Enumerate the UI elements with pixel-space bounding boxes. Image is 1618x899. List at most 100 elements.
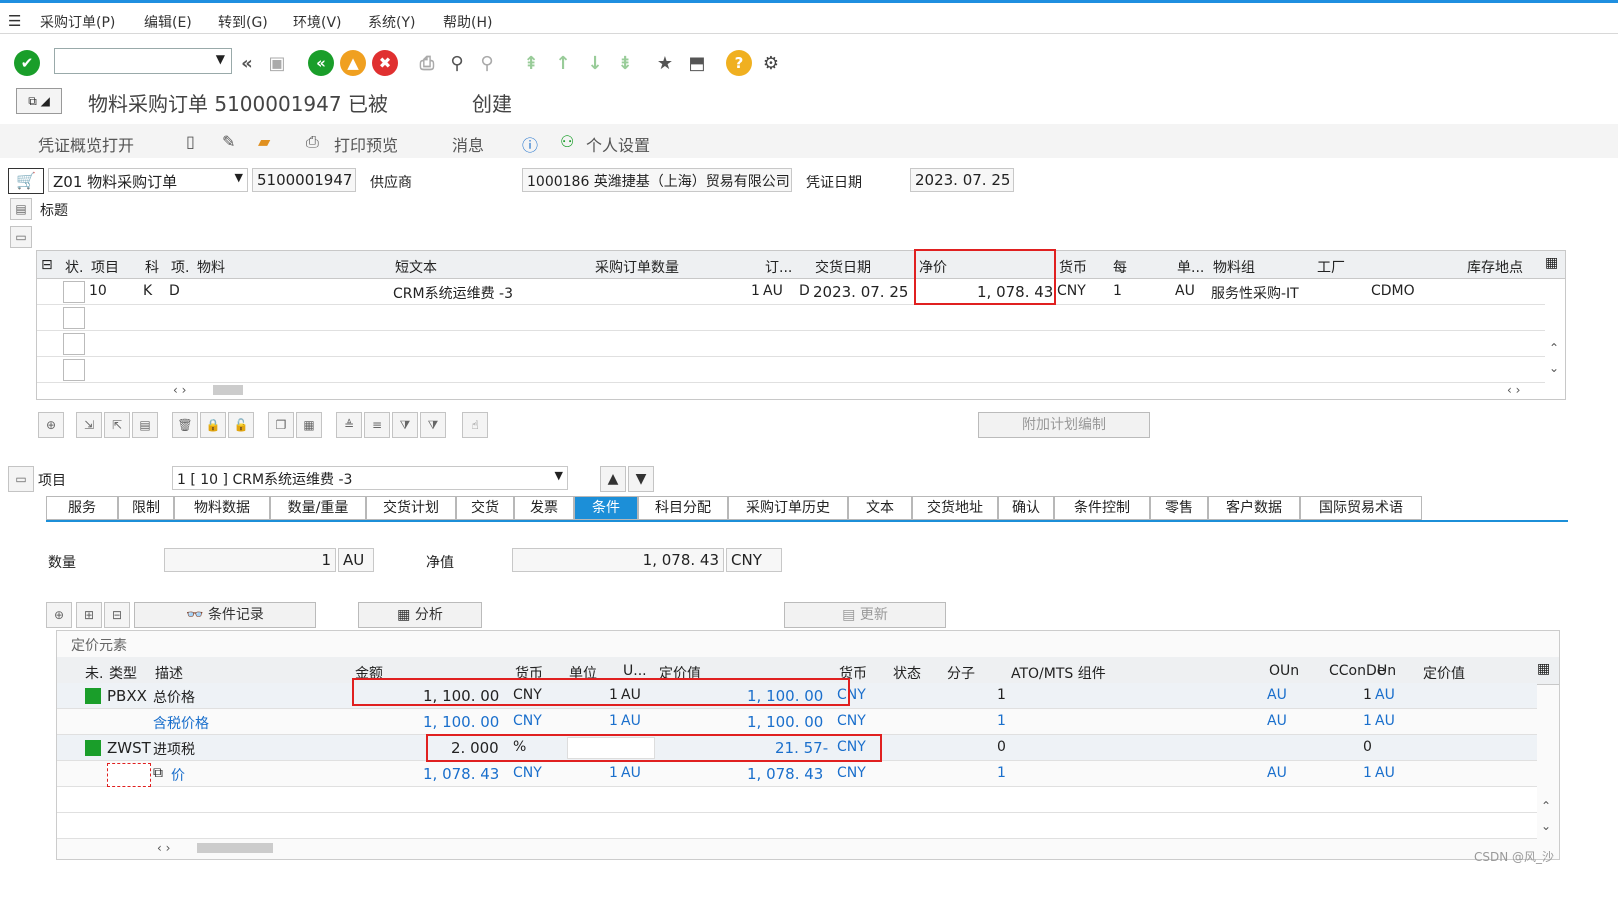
command-field[interactable]: ▼: [54, 48, 232, 74]
cart-icon[interactable]: 🛒: [8, 168, 44, 194]
cell-description[interactable]: 总价格: [153, 687, 195, 707]
import-icon[interactable]: ⇱: [104, 412, 130, 438]
cell-item[interactable]: 10: [89, 283, 107, 299]
insert-row-icon[interactable]: ⊞: [76, 602, 102, 628]
cell-uom[interactable]: AU: [1175, 283, 1195, 299]
cell-ccondes[interactable]: 1: [1363, 765, 1372, 781]
cell-qty[interactable]: 1: [751, 283, 760, 299]
table-row[interactable]: [37, 331, 1545, 357]
tab-confirmations[interactable]: 确认: [998, 496, 1054, 520]
po-number-field[interactable]: 5100001947: [252, 168, 356, 192]
delete-icon[interactable]: 🗑: [172, 412, 198, 438]
col-description[interactable]: 描述: [155, 663, 183, 683]
cell-type[interactable]: ZWST: [107, 739, 151, 757]
screen-menu-icon[interactable]: ⧉ ◢: [16, 88, 62, 114]
print-icon[interactable]: ⎙: [414, 50, 440, 76]
filter-icon[interactable]: ⧩: [392, 412, 418, 438]
table-row[interactable]: [37, 305, 1545, 331]
column-settings-icon[interactable]: ▦: [1537, 661, 1550, 677]
table-row[interactable]: [57, 787, 1537, 813]
info-icon[interactable]: ⓘ: [522, 132, 538, 156]
collapse-item-icon[interactable]: ▭: [8, 466, 34, 492]
cell-unit[interactable]: AU: [763, 283, 783, 299]
col-un[interactable]: Un: [1377, 663, 1396, 679]
cell-acct[interactable]: K: [143, 283, 152, 299]
cell-description[interactable]: 进项税: [153, 739, 195, 759]
cell-description[interactable]: 价: [171, 765, 185, 785]
print-preview-button[interactable]: 打印预览: [334, 132, 398, 156]
table-row[interactable]: [37, 357, 1545, 383]
update-button[interactable]: ▤ 更新: [784, 602, 946, 628]
cond-details-icon[interactable]: ⊕: [46, 602, 72, 628]
cell-per[interactable]: 1: [1113, 283, 1122, 299]
vendor-field[interactable]: 1000186 英潍捷基（上海）贸易有限公司: [522, 168, 792, 192]
table-row[interactable]: 含税价格 1, 100. 00 CNY 1 AU 1, 100. 00 CNY …: [57, 709, 1537, 735]
cell-amount[interactable]: 1, 100. 00: [423, 713, 499, 731]
shortcut-icon[interactable]: ⬒: [684, 50, 710, 76]
filter-clear-icon[interactable]: ⧩: [420, 412, 446, 438]
grid-config-icon[interactable]: ⊟: [41, 257, 53, 273]
col-type[interactable]: 类型: [109, 663, 137, 683]
horizontal-scrollbar[interactable]: [213, 385, 243, 395]
prev-page-icon[interactable]: ↑: [550, 50, 576, 76]
col-oun[interactable]: OUn: [1269, 663, 1299, 679]
cell-uom[interactable]: AU: [621, 765, 641, 781]
cell-value-currency[interactable]: CNY: [837, 765, 866, 781]
personal-settings-button[interactable]: 个人设置: [586, 132, 650, 156]
enter-check-icon[interactable]: ✔: [14, 50, 40, 76]
tab-invoice[interactable]: 发票: [514, 496, 574, 520]
cell-currency[interactable]: CNY: [513, 765, 542, 781]
col-material-group[interactable]: 物料组: [1213, 257, 1255, 277]
export-icon[interactable]: ⇲: [76, 412, 102, 438]
cell-uom[interactable]: AU: [621, 713, 641, 729]
table-row[interactable]: [57, 813, 1537, 839]
find-next-icon[interactable]: ⚲: [474, 50, 500, 76]
lock-icon[interactable]: 🔒: [200, 412, 226, 438]
cell-delivery-date[interactable]: 2023. 07. 25: [813, 283, 908, 301]
table-row[interactable]: ⧉ 价 1, 078. 43 CNY 1 AU 1, 078. 43 CNY 1…: [57, 761, 1537, 787]
scroll-left-icon[interactable]: ‹ ›: [157, 841, 170, 855]
cancel-icon[interactable]: ✖: [372, 50, 398, 76]
col-plant[interactable]: 工厂: [1317, 257, 1345, 277]
col-currency[interactable]: 货币: [1059, 257, 1087, 277]
tab-account-assignment[interactable]: 科目分配: [638, 496, 728, 520]
tab-delivery[interactable]: 交货: [456, 496, 514, 520]
col-acct[interactable]: 科: [145, 257, 159, 277]
col-po-qty[interactable]: 采购订单数量: [595, 257, 679, 277]
additional-schedule-button[interactable]: 附加计划编制: [978, 412, 1150, 438]
scroll-down-icon[interactable]: ⌄: [1541, 819, 1551, 833]
new-session-icon[interactable]: ★: [652, 50, 678, 76]
doc-date-field[interactable]: 2023. 07. 25: [910, 168, 1014, 192]
copy-icon[interactable]: ▤: [132, 412, 158, 438]
messages-button[interactable]: 消息: [452, 132, 484, 156]
scroll-up-icon[interactable]: ⌃: [1549, 341, 1559, 355]
cell-numerator[interactable]: 0: [997, 739, 1006, 755]
doc-overview-button[interactable]: 凭证概览打开: [38, 132, 134, 156]
save-icon[interactable]: ▣: [264, 50, 290, 76]
col-cond-value-2[interactable]: 定价值: [1423, 663, 1465, 683]
col-delivery-date[interactable]: 交货日期: [815, 257, 871, 277]
cell-ccondes[interactable]: 0: [1363, 739, 1372, 755]
tab-condition-control[interactable]: 条件控制: [1054, 496, 1150, 520]
cell-currency[interactable]: CNY: [1057, 283, 1086, 299]
cell-description[interactable]: 含税价格: [153, 713, 209, 733]
tab-texts[interactable]: 文本: [848, 496, 912, 520]
display-change-icon[interactable]: ✎: [222, 132, 235, 151]
cell-condition-value[interactable]: 1, 100. 00: [747, 713, 823, 731]
popup-icon[interactable]: ⧉: [153, 765, 163, 781]
col-uom[interactable]: 单...: [1177, 257, 1204, 277]
horizontal-scrollbar[interactable]: [197, 843, 273, 853]
tab-incoterms[interactable]: 国际贸易术语: [1300, 496, 1422, 520]
cell-unit[interactable]: 1: [609, 713, 618, 729]
other-po-icon[interactable]: ▰: [258, 132, 270, 151]
col-cat[interactable]: 项.: [171, 257, 189, 277]
delete-row-icon[interactable]: ⊟: [104, 602, 130, 628]
row-select-box[interactable]: [63, 307, 85, 329]
cell-type[interactable]: PBXX: [107, 687, 147, 705]
tab-po-history[interactable]: 采购订单历史: [728, 496, 848, 520]
condition-record-button[interactable]: 👓 条件记录: [134, 602, 316, 628]
tab-qty-weight[interactable]: 数量/重量: [270, 496, 366, 520]
expand-overview-icon[interactable]: ▭: [10, 226, 32, 248]
cell-material-group[interactable]: 服务性采购-IT: [1211, 283, 1299, 303]
column-settings-icon[interactable]: ▦: [1545, 255, 1558, 271]
